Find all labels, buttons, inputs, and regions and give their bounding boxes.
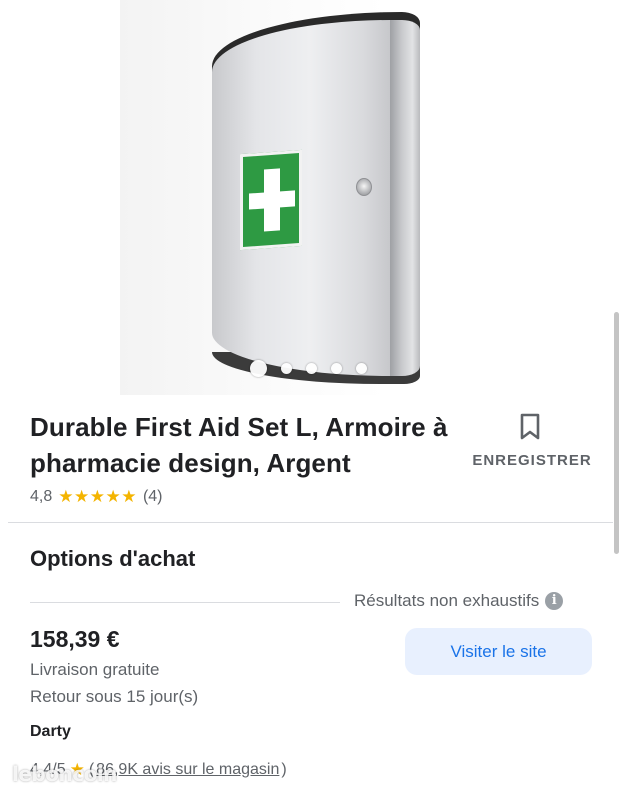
section-title: Options d'achat: [30, 546, 196, 571]
lock-icon: [356, 178, 372, 196]
merchant-name: Darty: [30, 723, 71, 740]
first-aid-cross-icon: [240, 149, 302, 251]
star-rating-icon: ★★★★★: [58, 487, 137, 506]
product-image-carousel[interactable]: [0, 0, 621, 395]
return-policy: Retour sous 15 jour(s): [30, 687, 199, 706]
store-reviews-link[interactable]: 86,9K avis sur le magasin: [96, 761, 279, 779]
save-label: ENREGISTRER: [472, 452, 592, 469]
visit-site-button[interactable]: Visiter le site: [405, 628, 592, 675]
results-note-text: Résultats non exhaustifs: [354, 591, 540, 610]
carousel-dot[interactable]: [356, 363, 367, 374]
carousel-dot[interactable]: [250, 360, 267, 377]
reviews-paren-close: ): [281, 761, 287, 778]
product-rating[interactable]: 4,8 ★★★★★ (4): [30, 487, 163, 507]
carousel-indicators: [250, 360, 367, 377]
info-icon[interactable]: i: [545, 592, 564, 610]
rating-count: (4): [142, 488, 163, 505]
carousel-dot[interactable]: [331, 363, 342, 374]
scrollbar[interactable]: [614, 312, 619, 554]
product-title: Durable First Aid Set L, Armoire à pharm…: [30, 412, 448, 478]
price: 158,39 €: [30, 626, 120, 652]
divider: [30, 602, 340, 603]
cabinet-side: [390, 20, 420, 376]
results-note[interactable]: Résultats non exhaustifs i: [354, 591, 564, 611]
save-button[interactable]: ENREGISTRER: [468, 410, 596, 474]
carousel-dot[interactable]: [281, 363, 292, 374]
carousel-dot[interactable]: [306, 363, 317, 374]
watermark-logo: leboncoin: [12, 762, 117, 786]
bookmark-icon: [520, 413, 540, 440]
first-aid-cabinet-image: [208, 12, 422, 384]
shipping-info: Livraison gratuite: [30, 660, 160, 679]
divider: [8, 522, 613, 523]
rating-value: 4,8: [30, 488, 53, 505]
